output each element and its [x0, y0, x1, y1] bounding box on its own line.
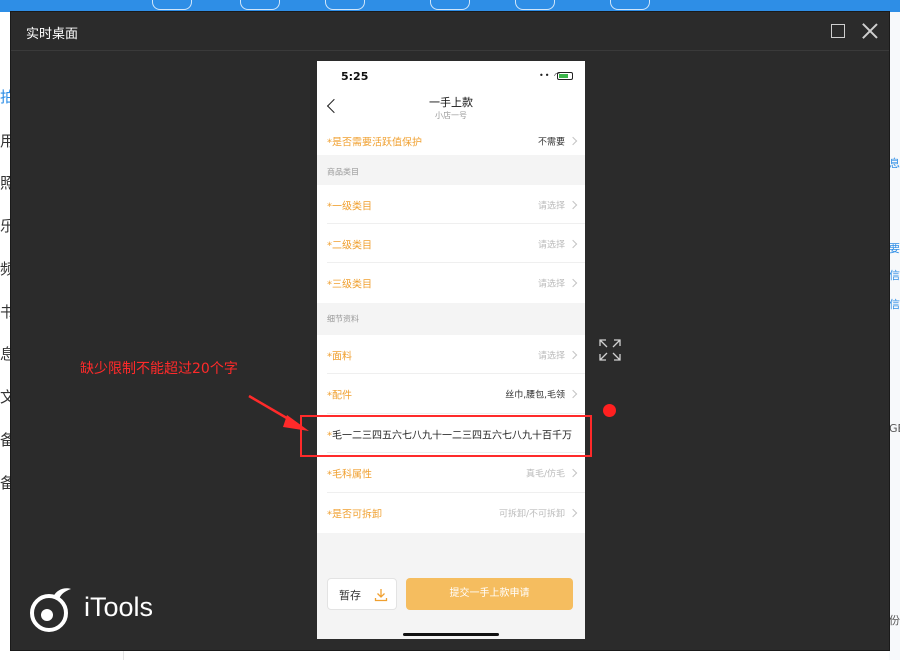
chevron-right-icon: [568, 389, 578, 399]
live-desktop-window: 实时桌面 5:25 •• ◠ 一手上款 小店一号 *是否需要活跃值保护 不需要 …: [11, 12, 889, 650]
save-draft-label: 暂存: [339, 589, 361, 602]
toolbar-tool-icon: [152, 0, 192, 10]
toolbar-tool-icon: [515, 0, 555, 10]
background-right-text: 信: [889, 269, 900, 282]
background-toolbar: [0, 0, 900, 12]
battery-icon: [557, 72, 573, 80]
chevron-right-icon: [568, 508, 578, 518]
save-draft-button[interactable]: 暂存: [327, 578, 397, 610]
submit-button[interactable]: 提交一手上款申请: [406, 578, 573, 610]
row-label: *三级类目: [327, 279, 372, 291]
phone-nav-bar: 一手上款 小店一号: [317, 91, 585, 127]
row-value: 请选择: [537, 279, 565, 290]
close-icon[interactable]: [861, 22, 879, 40]
section-title: 商品类目: [327, 167, 359, 177]
background-right-text: 份: [889, 614, 900, 627]
row-value: 丝巾,腰包,毛领: [505, 390, 565, 401]
chevron-right-icon: [568, 468, 578, 478]
maximize-icon[interactable]: [831, 24, 845, 38]
row-label: *毛科属性: [327, 469, 372, 481]
row-label: *配件: [327, 390, 352, 402]
row-value: 不需要: [537, 137, 565, 148]
annotation-text: 缺少限制不能超过20个字: [80, 361, 238, 377]
window-title: 实时桌面: [26, 27, 79, 42]
itools-logo-icon: [30, 588, 71, 632]
chevron-right-icon: [568, 350, 578, 359]
phone-screen: 5:25 •• ◠ 一手上款 小店一号 *是否需要活跃值保护 不需要 商品类目 …: [317, 61, 585, 639]
background-right-text: GB: [889, 422, 900, 435]
row-category-level3[interactable]: *三级类目 请选择: [317, 263, 585, 303]
annotation-highlight-box: [300, 415, 592, 457]
row-activity-protection[interactable]: *是否需要活跃值保护 不需要: [317, 127, 585, 155]
row-accessories[interactable]: *配件 丝巾,腰包,毛领: [317, 374, 585, 414]
row-detachable[interactable]: *是否可拆卸 可拆卸/不可拆卸: [317, 493, 585, 533]
row-label: *一级类目: [327, 201, 372, 212]
row-category-level1[interactable]: *一级类目 请选择: [317, 185, 585, 224]
row-value: 可拆卸/不可拆卸: [498, 509, 565, 520]
home-indicator: [403, 633, 499, 636]
row-label: *二级类目: [327, 240, 372, 251]
chevron-right-icon: [568, 200, 578, 209]
background-right-panel: 息 要 信 信 GB 份: [889, 12, 900, 660]
row-label: *是否可拆卸: [327, 509, 382, 521]
row-value: 请选择: [537, 240, 565, 250]
row-fur-attribute[interactable]: *毛科属性 真毛/仿毛: [317, 453, 585, 493]
chevron-right-icon: [568, 239, 578, 248]
row-label: *是否需要活跃值保护: [327, 137, 422, 149]
section-detail-info: 细节资料: [317, 303, 585, 335]
background-right-text: 要: [889, 242, 900, 255]
chevron-right-icon: [568, 136, 578, 146]
phone-bottom-bar: 暂存 提交一手上款申请: [317, 565, 585, 639]
download-icon: [374, 589, 388, 602]
section-goods-category: 商品类目: [317, 159, 585, 185]
toolbar-tool-icon: [325, 0, 365, 10]
row-label: *面料: [327, 351, 352, 362]
annotation-dot: [603, 404, 616, 417]
section-title: 细节资料: [327, 314, 359, 324]
row-value: 请选择: [537, 351, 565, 361]
brand-name: iTools: [84, 592, 154, 622]
row-value: 请选择: [537, 201, 565, 211]
chevron-right-icon: [568, 278, 578, 288]
toolbar-tool-icon: [610, 0, 650, 10]
toolbar-tool-icon: [240, 0, 280, 10]
expand-icon[interactable]: [599, 339, 621, 361]
background-right-text: 息: [889, 157, 900, 170]
phone-status-bar: 5:25 •• ◠: [317, 61, 585, 91]
background-right-text: 信: [889, 298, 900, 311]
row-value: 真毛/仿毛: [525, 469, 565, 480]
page-title: 一手上款: [429, 96, 473, 109]
window-titlebar: 实时桌面: [11, 12, 889, 51]
background-bottom: [124, 650, 889, 660]
row-category-level2[interactable]: *二级类目 请选择: [317, 224, 585, 263]
row-fabric[interactable]: *面料 请选择: [317, 335, 585, 374]
shop-subtitle: 小店一号: [435, 111, 467, 120]
status-time: 5:25: [341, 70, 369, 83]
toolbar-tool-icon: [430, 0, 470, 10]
